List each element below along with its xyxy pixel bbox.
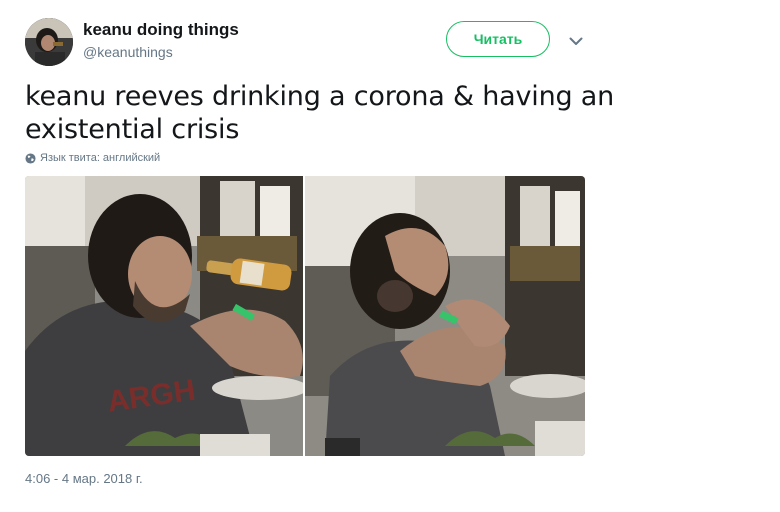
avatar-image [25,18,73,66]
follow-button[interactable]: Читать [446,21,550,57]
photo-drinking-image: ARGH [25,176,303,456]
language-note-text: Язык твита: английский [40,152,161,164]
tweet-menu-button[interactable] [566,31,586,51]
photo-drinking[interactable]: ARGH [25,176,303,456]
globe-icon [25,152,36,164]
avatar[interactable] [25,18,73,66]
tweet-text: keanu reeves drinking a corona & having … [25,81,615,145]
author-handle[interactable]: @keanuthings [83,44,173,60]
photo-head-in-hands[interactable] [305,176,585,456]
author-display-name[interactable]: keanu doing things [83,20,239,40]
tweet-timestamp[interactable]: 4:06 - 4 мар. 2018 г. [25,471,143,486]
tweet: keanu doing things @keanuthings Читать k… [0,0,780,512]
photo-head-in-hands-image [305,176,585,456]
media-grid: ARGH [25,176,585,456]
language-note: Язык твита: английский [25,151,160,165]
chevron-down-icon [569,37,583,45]
